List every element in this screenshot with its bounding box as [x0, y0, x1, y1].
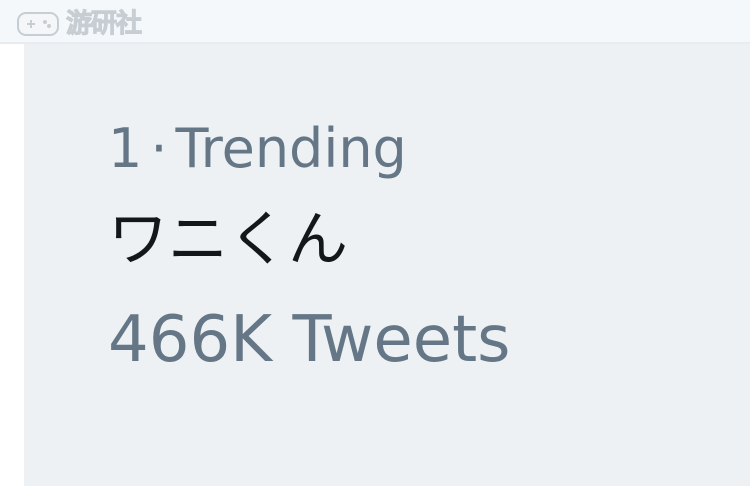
trend-separator: ·	[150, 117, 168, 180]
trend-tweet-count: 466K Tweets	[108, 303, 511, 377]
top-bar: 游研社	[0, 0, 750, 44]
trends-panel: 1 · Trending ワニくん 466K Tweets	[24, 44, 750, 486]
trend-context: Trending	[175, 117, 407, 180]
watermark-logo: 游研社	[16, 9, 143, 39]
trend-name[interactable]: ワニくん	[108, 210, 708, 270]
trend-item[interactable]: 1 · Trending ワニくん 466K Tweets	[108, 122, 708, 377]
left-edge	[0, 44, 24, 486]
page: 游研社 1 · Trending ワニくん 466K Tweets	[0, 0, 750, 486]
trend-meta: 1 · Trending	[108, 122, 708, 176]
watermark-text: 游研社	[65, 9, 142, 39]
gamepad-icon	[17, 12, 59, 36]
trend-rank: 1	[108, 117, 143, 180]
